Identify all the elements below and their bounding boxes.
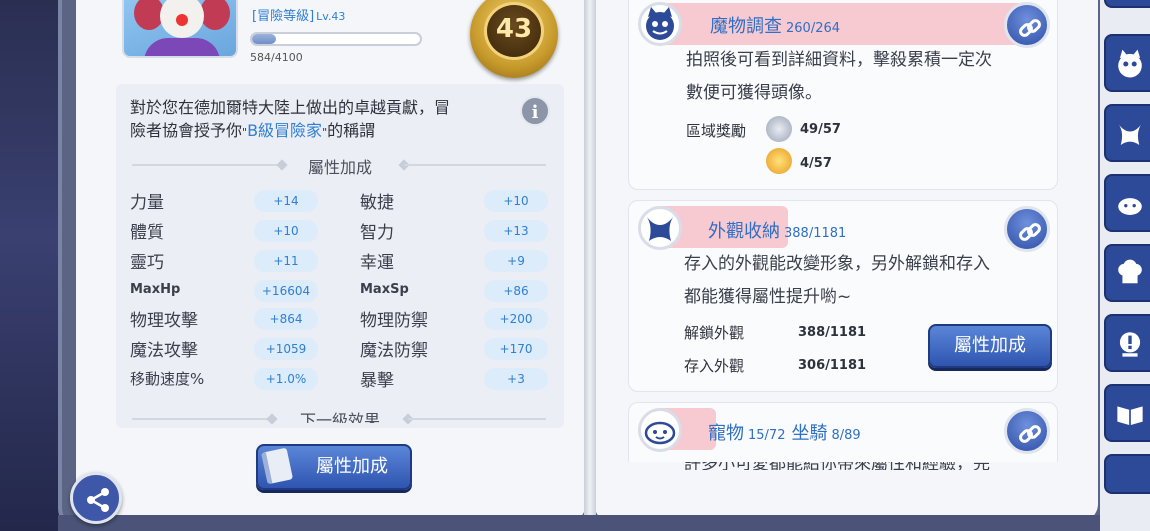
pet-mount-title: 寵物 15/72 坐騎 8/89 xyxy=(708,423,861,444)
stat-name: 靈巧 xyxy=(130,253,164,273)
perfect-reward-value: 4/57 xyxy=(800,156,832,171)
monster-survey-link-button[interactable] xyxy=(1004,2,1050,48)
adventure-rank-label: [冒險等級] Lv.43 xyxy=(252,5,345,24)
side-tab-monster[interactable] xyxy=(1104,34,1150,92)
stat-name: 敏捷 xyxy=(360,193,394,213)
side-tab-top[interactable] xyxy=(1104,0,1150,8)
level-badge-number: 43 xyxy=(495,14,533,44)
book-spine xyxy=(584,0,596,531)
xp-progress-bar xyxy=(250,32,422,46)
divider xyxy=(408,418,546,420)
xp-progress-fill xyxy=(252,34,276,44)
rank-description: 對於您在德加爾特大陸上做出的卓越貢獻，冒 險者協會授予你"B級冒險家"的稱謂 xyxy=(130,96,510,144)
stat-value: +86 xyxy=(484,280,548,302)
store-appearance-value: 306/1181 xyxy=(798,358,867,373)
area-reward-label: 區域獎勵 xyxy=(686,122,747,140)
stat-value: +14 xyxy=(254,190,318,212)
side-tab-bottom[interactable] xyxy=(1104,454,1150,494)
color-reward-value: 49/57 xyxy=(800,122,841,137)
appearance-attribute-bonus-button[interactable]: 屬性加成 xyxy=(928,324,1052,368)
monster-survey-title: 魔物調查 260/264 xyxy=(710,16,841,37)
stat-value: +170 xyxy=(484,338,548,360)
stat-name: 力量 xyxy=(130,193,164,213)
stat-value: +1.0% xyxy=(254,368,318,390)
link-icon xyxy=(1019,223,1041,241)
appearance-storage-text: 存入的外觀能改變形象，另外解鎖和存入 都能獲得屬性提升喲~ xyxy=(684,254,990,307)
side-tab-appearance[interactable] xyxy=(1104,104,1150,162)
attr-section-title: 屬性加成 xyxy=(307,158,372,177)
stat-value: +13 xyxy=(484,220,548,242)
share-icon xyxy=(87,488,109,512)
divider xyxy=(132,164,282,166)
poring-icon xyxy=(1118,198,1142,215)
stat-value: +10 xyxy=(484,190,548,212)
appearance-storage-title: 外觀收納 388/1181 xyxy=(708,221,847,242)
stat-name: 智力 xyxy=(360,223,394,243)
share-button[interactable] xyxy=(70,472,122,524)
unlock-appearance-value: 388/1181 xyxy=(798,325,867,340)
cat-icon xyxy=(1118,49,1142,78)
stat-name: 體質 xyxy=(130,223,164,243)
unlock-appearance-label: 解鎖外觀 xyxy=(684,324,745,342)
rank-title: [冒險等級] xyxy=(252,9,315,24)
level-label: Lv.43 xyxy=(316,10,346,23)
side-tab-book[interactable] xyxy=(1104,384,1150,442)
stat-value: +864 xyxy=(254,308,318,330)
stat-value: +11 xyxy=(254,250,318,272)
appearance-storage-count: 388/1181 xyxy=(784,226,847,241)
book-icon xyxy=(1117,406,1143,425)
stat-name: MaxSp xyxy=(360,282,409,297)
divider xyxy=(404,164,546,166)
stat-name: 魔法攻擊 xyxy=(130,341,198,361)
stat-name: 暴擊 xyxy=(360,371,394,391)
stat-value: +16604 xyxy=(254,280,318,302)
poring-icon xyxy=(638,408,682,452)
stat-name: 魔法防禦 xyxy=(360,341,428,361)
stat-name: 幸運 xyxy=(360,253,394,273)
next-level-title: 下一級效果 xyxy=(299,411,380,423)
monster-survey-count: 260/264 xyxy=(786,21,841,36)
link-icon xyxy=(1019,425,1041,443)
rank-name: B級冒險家 xyxy=(247,121,323,140)
cat-icon xyxy=(638,2,682,46)
monster-survey-text: 拍照後可看到詳細資料，擊殺累積一定次 數便可獲得頭像。 xyxy=(686,50,992,103)
side-tab-alert[interactable] xyxy=(1104,314,1150,372)
xp-text: 584/4100 xyxy=(250,51,303,64)
stat-value: +1059 xyxy=(254,338,318,360)
stat-name: 物理防禦 xyxy=(360,311,428,331)
alert-icon xyxy=(1119,332,1141,357)
stat-value: +9 xyxy=(484,250,548,272)
perfect-reward-icon xyxy=(766,148,792,174)
link-icon xyxy=(1019,19,1041,37)
bat-icon xyxy=(638,206,682,250)
pet-mount-link-button[interactable] xyxy=(1004,408,1050,454)
stat-name: 物理攻擊 xyxy=(130,311,198,331)
store-appearance-label: 存入外觀 xyxy=(684,357,745,375)
stat-name: MaxHp xyxy=(130,282,181,297)
color-reward-icon xyxy=(766,116,792,142)
description-line-2: 險者協會授予你"B級冒險家"的稱謂 xyxy=(130,121,376,140)
appearance-storage-link-button[interactable] xyxy=(1004,206,1050,252)
stat-value: +3 xyxy=(484,368,548,390)
chef-icon xyxy=(1118,259,1142,284)
book-bottom-rim xyxy=(58,515,1110,531)
bat-icon xyxy=(1119,124,1141,145)
stat-value: +200 xyxy=(484,308,548,330)
stat-value: +10 xyxy=(254,220,318,242)
description-line-1: 對於您在德加爾特大陸上做出的卓越貢獻，冒 xyxy=(130,98,451,117)
info-icon[interactable]: i xyxy=(520,96,550,126)
side-tab-cooking[interactable] xyxy=(1104,244,1150,302)
pet-mount-text: 許多小可愛都能給你帶來屬性和經驗，完 xyxy=(684,462,990,470)
side-tab-pet[interactable] xyxy=(1104,174,1150,232)
stat-name: 移動速度% xyxy=(130,370,205,388)
character-portrait xyxy=(122,0,238,58)
divider xyxy=(132,418,270,420)
